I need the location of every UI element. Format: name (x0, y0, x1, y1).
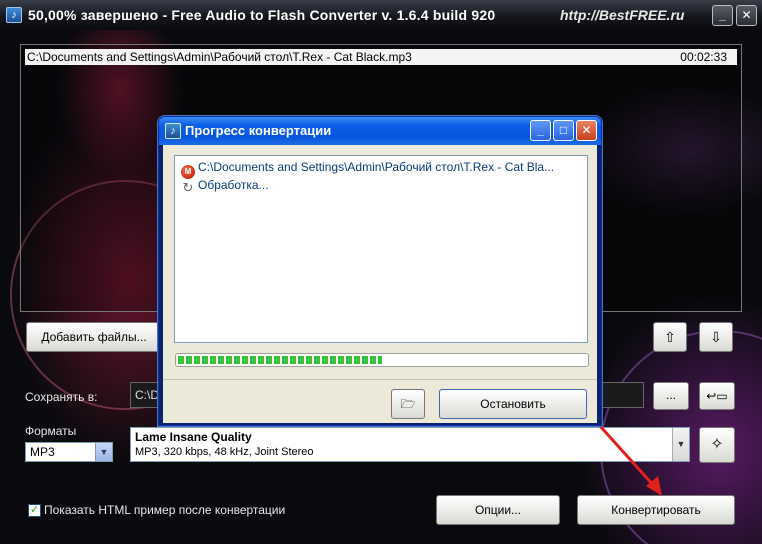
save-to-label: Сохранять в: (25, 390, 98, 404)
quality-details: MP3, 320 kbps, 48 kHz, Joint Stereo (135, 446, 314, 458)
watermark-text: http://BestFREE.ru (560, 7, 685, 23)
preset-wizard-button[interactable]: ✧ (699, 427, 735, 463)
browse-button[interactable]: ... (653, 382, 689, 410)
show-html-label: Показать HTML пример после конвертации (44, 503, 286, 517)
dialog-title-bar: ♪ Прогресс конвертации _ □ ✕ (159, 117, 601, 145)
log-item: M C:\Documents and Settings\Admin\Рабочий… (181, 160, 554, 179)
log-text: C:\Documents and Settings\Admin\Рабочий … (198, 160, 555, 174)
folder-icon: 🗁 (400, 397, 416, 411)
dialog-minimize-button[interactable]: _ (530, 120, 551, 141)
format-select[interactable]: MP3 ▼ (25, 442, 113, 462)
app-icon: ♪ (6, 7, 22, 23)
arrow-down-icon: ⇩ (710, 329, 722, 345)
arrow-up-icon: ⇧ (664, 329, 676, 345)
progress-fill (178, 356, 382, 364)
minimize-button[interactable]: _ (712, 5, 733, 26)
window-title: 50,00% завершено - Free Audio to Flash C… (28, 7, 496, 23)
log-item: ↻ Обработка... (181, 178, 269, 195)
quality-title: Lame Insane Quality (135, 430, 252, 444)
dialog-title: Прогресс конвертации (185, 123, 332, 138)
move-down-button[interactable]: ⇩ (699, 322, 733, 352)
magic-wand-icon: ✧ (710, 436, 724, 453)
open-folder-button[interactable]: 🗁 (391, 389, 425, 419)
file-duration: 00:02:33 (680, 50, 727, 64)
chevron-down-icon[interactable]: ▼ (95, 443, 112, 461)
title-bar: ♪ 50,00% завершено - Free Audio to Flash… (0, 0, 762, 30)
app-icon: ♪ (165, 123, 181, 139)
progress-bar (175, 353, 589, 367)
dialog-close-button[interactable]: ✕ (576, 120, 597, 141)
folder-arrow-icon: ↩▭ (706, 389, 728, 403)
format-selected-value: MP3 (30, 445, 55, 459)
formats-label: Форматы (25, 424, 77, 438)
file-path: C:\Documents and Settings\Admin\Рабочий … (27, 50, 412, 64)
red-arrow-annotation (598, 424, 662, 496)
mp3-file-icon: M (181, 165, 195, 179)
divider (163, 379, 597, 380)
file-row[interactable]: C:\Documents and Settings\Admin\Рабочий … (25, 49, 737, 65)
conversion-log: M C:\Documents and Settings\Admin\Рабочий… (174, 155, 588, 343)
stop-button[interactable]: Остановить (439, 389, 587, 419)
add-files-button[interactable]: Добавить файлы... (26, 322, 162, 352)
dialog-maximize-button[interactable]: □ (553, 120, 574, 141)
close-button[interactable]: ✕ (736, 5, 757, 26)
processing-icon: ↻ (182, 180, 194, 195)
log-text: Обработка... (198, 178, 269, 192)
open-output-folder-button[interactable]: ↩▭ (699, 382, 735, 410)
show-html-checkbox[interactable]: ✓ (28, 504, 41, 517)
progress-dialog: ♪ Прогресс конвертации _ □ ✕ M C:\Documen… (158, 116, 602, 426)
dialog-body: M C:\Documents and Settings\Admin\Рабочий… (163, 145, 597, 423)
options-button[interactable]: Опции... (436, 495, 560, 525)
move-up-button[interactable]: ⇧ (653, 322, 687, 352)
